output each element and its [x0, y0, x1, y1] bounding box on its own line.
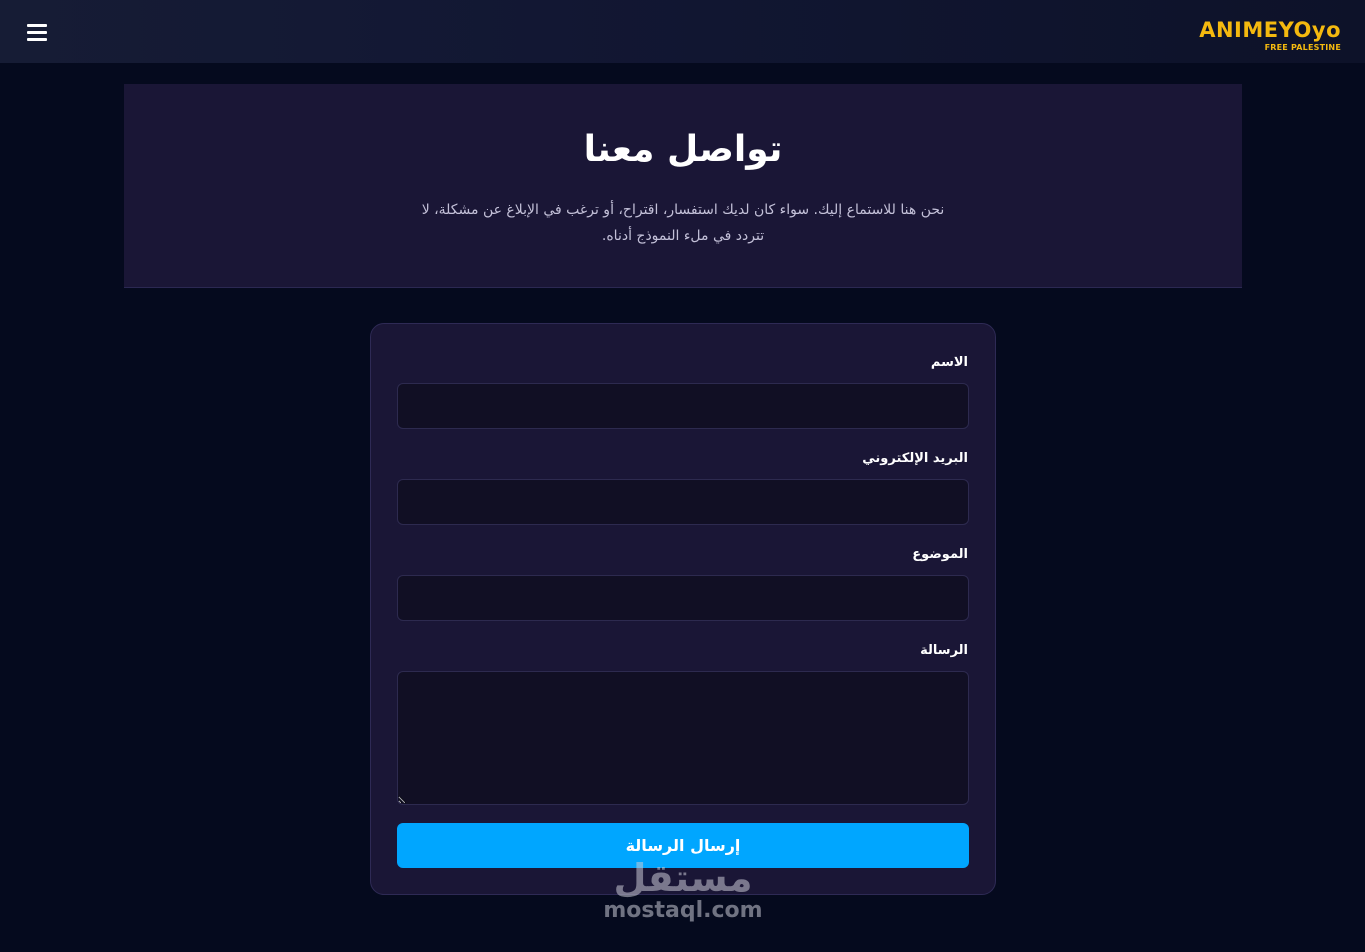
contact-form: الاسم البريد الإلكتروني الموضوع الرسالة …: [370, 323, 996, 895]
message-label: الرسالة: [920, 643, 968, 658]
email-label: البريد الإلكتروني: [862, 451, 968, 466]
contact-hero: تواصل معنا نحن هنا للاستماع إليك. سواء ك…: [124, 84, 1242, 288]
subject-label: الموضوع: [912, 547, 968, 562]
name-field[interactable]: [397, 383, 969, 429]
message-textarea[interactable]: [397, 671, 969, 805]
name-label: الاسم: [930, 355, 968, 370]
page-title: تواصل معنا: [583, 129, 783, 170]
hamburger-menu-icon[interactable]: [27, 23, 47, 43]
site-logo[interactable]: ANIMEYOyo FREE PALESTINE: [1199, 17, 1341, 53]
top-navbar: ANIMEYOyo FREE PALESTINE: [0, 0, 1365, 63]
send-message-button[interactable]: إرسال الرسالة: [397, 823, 969, 868]
logo-text: ANIMEYOyo: [1199, 18, 1341, 42]
email-field[interactable]: [397, 479, 969, 525]
watermark-latin: mostaql.com: [603, 898, 763, 923]
logo-tagline: FREE PALESTINE: [1264, 43, 1341, 52]
subject-field[interactable]: [397, 575, 969, 621]
page-description: نحن هنا للاستماع إليك. سواء كان لديك است…: [421, 202, 945, 244]
